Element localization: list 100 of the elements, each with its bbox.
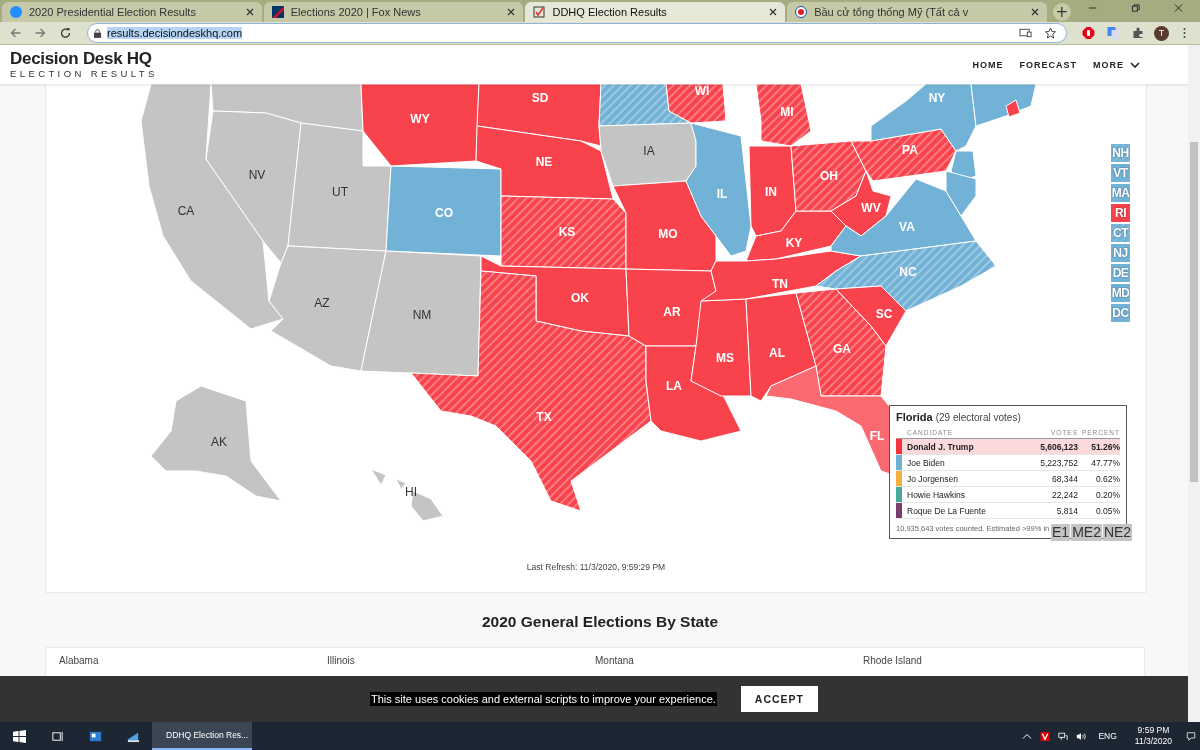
- candidate-name: Donald J. Trump: [906, 441, 975, 452]
- state-shape[interactable]: [945, 170, 977, 217]
- state-shape[interactable]: [475, 125, 614, 200]
- state-shape[interactable]: [385, 165, 502, 257]
- checkbox-icon: [533, 6, 546, 18]
- reload-icon[interactable]: [59, 27, 72, 39]
- district-chip[interactable]: NE2: [1102, 524, 1133, 541]
- app-icon[interactable]: [89, 729, 102, 743]
- nav-link[interactable]: FORECAST: [1019, 59, 1077, 70]
- browser-tab[interactable]: Bầu cử tổng thống Mỹ (Tất cả v: [787, 2, 1047, 22]
- state-chip[interactable]: RI: [1111, 204, 1130, 222]
- state-label: NC: [899, 265, 917, 279]
- nav-link[interactable]: MORE: [1093, 59, 1140, 70]
- state-shape[interactable]: [360, 250, 482, 377]
- browser-tab[interactable]: DDHQ Election Results: [525, 2, 786, 22]
- state-label: FL: [869, 429, 885, 443]
- candidate-name: Joe Biden: [906, 457, 946, 468]
- logo-title[interactable]: Decision Desk HQ: [10, 50, 158, 68]
- state-label: WV: [861, 201, 881, 215]
- close-icon[interactable]: [507, 8, 516, 16]
- candidate-name: Jo Jorgensen: [906, 473, 960, 484]
- vote-count: 5,606,123: [1039, 441, 1078, 452]
- state-link[interactable]: Alabama: [59, 655, 327, 679]
- nav-link[interactable]: HOME: [972, 59, 1004, 70]
- restore-icon[interactable]: [1130, 3, 1140, 13]
- profile-avatar[interactable]: T: [1154, 25, 1169, 41]
- state-label: KS: [558, 225, 576, 239]
- state-link[interactable]: Illinois: [327, 655, 595, 679]
- close-icon[interactable]: [1030, 8, 1039, 16]
- state-shape[interactable]: [830, 178, 977, 257]
- browser-tab[interactable]: 2020 Presidential Election Results: [2, 2, 262, 22]
- state-shape[interactable]: [612, 180, 717, 272]
- state-label: SC: [875, 307, 893, 321]
- state-label: TX: [536, 410, 552, 424]
- vote-count: 5,223,752: [1039, 457, 1078, 468]
- close-icon[interactable]: [769, 8, 778, 16]
- state-shape[interactable]: [1005, 99, 1021, 118]
- taskbar-app[interactable]: DDHQ Election Res...: [152, 722, 252, 750]
- state-label: UT: [332, 185, 348, 199]
- chevron-down-icon[interactable]: [1130, 61, 1140, 68]
- language-indicator[interactable]: ENG: [1098, 731, 1117, 741]
- state-label: NM: [412, 308, 432, 322]
- state-shape[interactable]: [287, 122, 392, 252]
- lock-icon: [94, 28, 101, 38]
- task-view-icon[interactable]: [51, 729, 64, 743]
- volume-icon[interactable]: [1076, 731, 1087, 741]
- cast-icon[interactable]: [1019, 27, 1032, 39]
- state-shape[interactable]: [745, 210, 847, 262]
- candidate-name: Howie Hawkins: [906, 489, 967, 500]
- vote-count: 22,242: [1051, 489, 1078, 500]
- state-shape[interactable]: [625, 268, 717, 347]
- state-label: MS: [716, 351, 734, 365]
- clock-date[interactable]: 11/3/2020: [1134, 736, 1172, 747]
- state-shape[interactable]: [685, 122, 752, 257]
- stop-sign-icon[interactable]: [1082, 27, 1095, 39]
- district-chip[interactable]: ME2: [1071, 524, 1102, 541]
- new-tab-button[interactable]: +: [1052, 3, 1071, 21]
- back-icon[interactable]: [9, 27, 22, 39]
- state-shape[interactable]: [755, 84, 812, 147]
- district-chip[interactable]: E1: [1051, 524, 1071, 541]
- network-icon[interactable]: [1058, 731, 1069, 741]
- vote-count: 68,344: [1051, 473, 1078, 484]
- vote-percent: 0.62%: [1094, 473, 1120, 484]
- state-label: MO: [658, 227, 678, 241]
- state-label: LA: [666, 379, 682, 393]
- candidate-name: Roque De La Fuente: [906, 505, 987, 516]
- chevron-up-icon[interactable]: [1022, 731, 1033, 741]
- forward-icon[interactable]: [34, 27, 47, 39]
- windows-icon[interactable]: [13, 729, 26, 743]
- accept-button[interactable]: ACCEPT: [740, 686, 818, 712]
- address-bar[interactable]: results.decisiondeskhq.com: [87, 23, 1067, 43]
- state-label: WY: [410, 112, 430, 126]
- state-label: AZ: [314, 296, 330, 310]
- state-shape[interactable]: [745, 292, 817, 402]
- state-label: AR: [663, 305, 681, 319]
- state-label: PA: [902, 143, 918, 157]
- state-label: AK: [211, 435, 227, 449]
- scrollbar[interactable]: [1188, 45, 1200, 722]
- clock-time[interactable]: 9:59 PM: [1137, 725, 1170, 736]
- state-shape[interactable]: [700, 250, 862, 302]
- state-label: WI: [694, 84, 710, 98]
- browser-tab[interactable]: Elections 2020 | Fox News: [263, 2, 524, 22]
- state-shape[interactable]: [645, 345, 742, 442]
- state-shape[interactable]: [850, 128, 957, 182]
- star-icon[interactable]: [1044, 27, 1057, 39]
- state-shape[interactable]: [480, 255, 630, 337]
- state-link[interactable]: Montana: [595, 655, 863, 679]
- notification-icon[interactable]: [1186, 731, 1196, 741]
- puzzle-icon[interactable]: [1132, 27, 1145, 39]
- state-label: IN: [765, 185, 777, 199]
- state-label: IA: [643, 144, 655, 158]
- close-icon[interactable]: [245, 8, 254, 16]
- globe-icon: [795, 6, 808, 18]
- state-label: CA: [177, 204, 195, 218]
- state-shape[interactable]: [690, 298, 752, 397]
- state-shape[interactable]: [748, 145, 797, 237]
- state-shape[interactable]: [598, 122, 697, 187]
- state-link[interactable]: Rhode Island: [863, 655, 1131, 679]
- state-label: NY: [928, 91, 946, 105]
- state-label: TN: [772, 277, 788, 291]
